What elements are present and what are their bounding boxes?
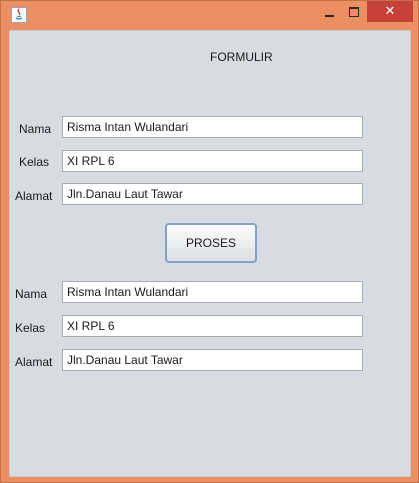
form-panel: FORMULIR Nama Risma Intan Wulandari Kela… (9, 30, 411, 477)
form-title: FORMULIR (210, 50, 273, 64)
close-button[interactable]: ✕ (367, 1, 413, 22)
kelas-label: Kelas (19, 155, 50, 169)
nama-label: Nama (19, 122, 52, 136)
minimize-button[interactable] (319, 3, 341, 23)
nama-output-label: Nama (15, 287, 48, 301)
title-bar[interactable]: ✕ (1, 1, 418, 30)
kelas-input[interactable]: XI RPL 6 (62, 150, 363, 172)
kelas-output-field[interactable]: XI RPL 6 (62, 315, 363, 337)
alamat-label: Alamat (15, 189, 53, 203)
alamat-output-label: Alamat (15, 355, 53, 369)
app-window: ✕ FORMULIR Nama Risma Intan Wulandari Ke… (0, 0, 419, 483)
alamat-output-field[interactable]: Jln.Danau Laut Tawar (62, 349, 363, 371)
java-icon (11, 7, 27, 23)
alamat-input[interactable]: Jln.Danau Laut Tawar (62, 183, 363, 205)
nama-output-field[interactable]: Risma Intan Wulandari (62, 281, 363, 303)
nama-input[interactable]: Risma Intan Wulandari (62, 116, 363, 138)
proses-button[interactable]: PROSES (165, 223, 257, 263)
maximize-button[interactable] (343, 3, 365, 23)
kelas-output-label: Kelas (15, 321, 46, 335)
